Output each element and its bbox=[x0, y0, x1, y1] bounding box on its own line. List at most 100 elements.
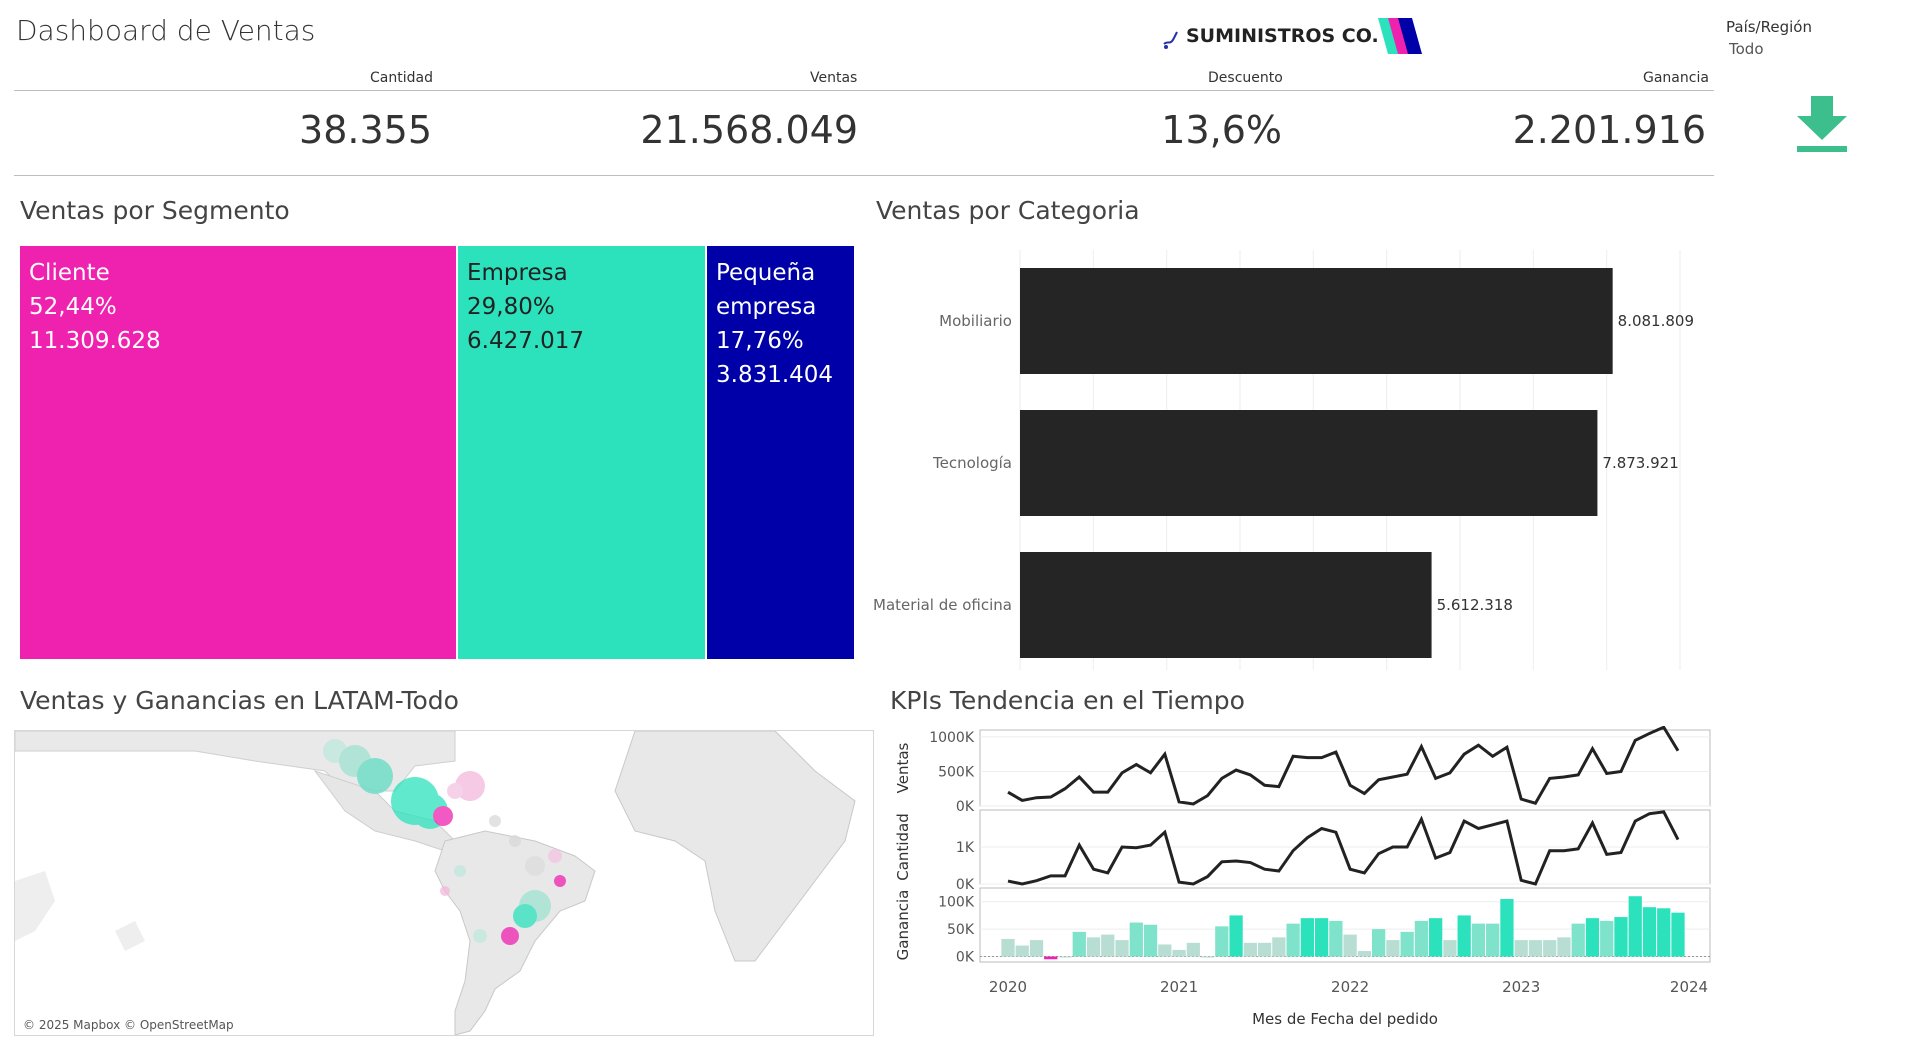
profit-bar bbox=[1457, 915, 1471, 957]
profit-bar bbox=[1072, 931, 1086, 957]
profit-bar bbox=[1215, 926, 1229, 957]
year-tick-label: 2021 bbox=[1160, 978, 1198, 996]
segment-pct: 29,80% bbox=[467, 294, 555, 320]
profit-bar bbox=[1528, 940, 1543, 957]
category-value-label: 8.081.809 bbox=[1618, 312, 1694, 330]
kpi-trend-chart: Ventas 1000K 500K 0K Cantidad 1K 0K Ganancia 100… bbox=[894, 726, 1711, 1028]
tick-label: 1000K bbox=[929, 730, 975, 746]
profit-bar bbox=[1628, 896, 1642, 957]
year-tick-label: 2022 bbox=[1331, 978, 1369, 996]
trend-title: KPIs Tendencia en el Tiempo bbox=[890, 686, 1245, 715]
page-title: Dashboard de Ventas bbox=[16, 14, 316, 47]
profit-bar bbox=[1029, 940, 1044, 957]
profit-bar bbox=[1657, 908, 1671, 957]
cantidad-line bbox=[1007, 810, 1680, 886]
segment-name: Cliente bbox=[29, 260, 110, 286]
profit-bar bbox=[1200, 956, 1215, 958]
segment-cell-empresa[interactable]: Empresa 29,80% 6.427.017 bbox=[458, 246, 705, 659]
profit-bar bbox=[1058, 956, 1072, 958]
country-filter[interactable]: País/Región Todo bbox=[1726, 18, 1812, 58]
segment-name: Pequeña empresa bbox=[716, 260, 817, 320]
profit-bar bbox=[1571, 923, 1585, 957]
company-logo: SUMINISTROS CO. bbox=[1160, 14, 1430, 58]
profit-bar bbox=[1129, 922, 1143, 957]
segment-value: 6.427.017 bbox=[467, 328, 585, 354]
segment-pct: 17,76% bbox=[716, 328, 804, 354]
profit-bar bbox=[1400, 931, 1414, 957]
category-bar bbox=[1020, 410, 1598, 516]
map-canvas: © 2025 Mapbox © OpenStreetMap bbox=[15, 731, 856, 1035]
kpi-value-ganancia: 2.201.916 bbox=[1512, 108, 1706, 152]
tick-label: 500K bbox=[938, 764, 975, 780]
logo-graphic: SUMINISTROS CO. bbox=[1163, 18, 1422, 54]
profit-bar bbox=[1500, 898, 1514, 957]
segment-name: Empresa bbox=[467, 260, 568, 286]
latam-map[interactable]: © 2025 Mapbox © OpenStreetMap bbox=[14, 730, 874, 1036]
profit-bar bbox=[1372, 929, 1386, 957]
profit-bar bbox=[1514, 940, 1528, 957]
profit-bar bbox=[1429, 918, 1443, 957]
profit-bar bbox=[1172, 949, 1186, 957]
category-value-label: 5.612.318 bbox=[1437, 596, 1513, 614]
category-bar bbox=[1020, 552, 1432, 658]
kpi-label-ganancia: Ganancia bbox=[1643, 70, 1709, 86]
profit-bar bbox=[1471, 923, 1486, 957]
filter-value[interactable]: Todo bbox=[1729, 40, 1812, 58]
category-title: Ventas por Categoria bbox=[876, 196, 1140, 225]
series-label: Ventas bbox=[894, 742, 912, 793]
profit-bar bbox=[1300, 918, 1314, 957]
profit-bar bbox=[1414, 920, 1429, 957]
segment-value: 11.309.628 bbox=[29, 328, 161, 354]
profit-bar bbox=[1443, 940, 1457, 957]
tick-label: 50K bbox=[947, 922, 975, 938]
profit-bar bbox=[1243, 942, 1257, 957]
tick-label: 100K bbox=[938, 895, 975, 911]
ventas-line bbox=[1007, 726, 1680, 806]
segment-cell-cliente[interactable]: Cliente 52,44% 11.309.628 bbox=[20, 246, 456, 659]
kpi-value-ventas: 21.568.049 bbox=[640, 108, 858, 152]
profit-bar bbox=[1386, 940, 1400, 957]
kpi-label-cantidad: Cantidad bbox=[370, 70, 433, 86]
profit-bar bbox=[1272, 937, 1286, 957]
tick-label: 0K bbox=[956, 877, 975, 893]
profit-bar bbox=[1329, 920, 1343, 957]
category-label: Mobiliario bbox=[939, 312, 1012, 330]
profit-bar bbox=[1671, 912, 1685, 957]
profit-bar bbox=[1343, 934, 1357, 957]
series-label: Cantidad bbox=[894, 813, 912, 880]
kpi-label-ventas: Ventas bbox=[810, 70, 858, 86]
category-value-label: 7.873.921 bbox=[1602, 454, 1678, 472]
category-label: Tecnología bbox=[932, 454, 1012, 472]
download-icon bbox=[1797, 96, 1847, 152]
profit-bar bbox=[1143, 924, 1158, 957]
profit-bar bbox=[1614, 917, 1628, 957]
segment-title: Ventas por Segmento bbox=[20, 196, 290, 225]
profit-bar bbox=[1086, 937, 1101, 957]
x-axis-title: Mes de Fecha del pedido bbox=[1252, 1010, 1438, 1028]
year-tick-label: 2020 bbox=[989, 978, 1027, 996]
profit-bar bbox=[1314, 918, 1329, 957]
profit-bar bbox=[1044, 956, 1058, 960]
kpi-value-descuento: 13,6% bbox=[1161, 108, 1282, 152]
segment-cell-pequena-empresa[interactable]: Pequeña empresa 17,76% 3.831.404 bbox=[707, 246, 854, 659]
download-button[interactable] bbox=[1796, 94, 1850, 156]
kpi-value-cantidad: 38.355 bbox=[299, 108, 432, 152]
tick-label: 1K bbox=[956, 840, 975, 856]
profit-bar bbox=[1557, 937, 1571, 957]
year-tick-label: 2024 bbox=[1670, 978, 1708, 996]
category-label: Material de oficina bbox=[873, 596, 1012, 614]
tick-label: 0K bbox=[956, 799, 975, 815]
tick-label: 0K bbox=[956, 950, 975, 966]
profit-bar bbox=[1257, 942, 1272, 957]
profit-bar bbox=[1585, 918, 1600, 957]
profit-bar bbox=[1286, 923, 1300, 957]
profit-bar bbox=[1186, 942, 1200, 957]
profit-bar bbox=[1115, 940, 1129, 957]
profit-bar bbox=[1486, 923, 1500, 957]
profit-bar bbox=[1642, 907, 1657, 957]
series-label: Ganancia bbox=[894, 890, 912, 961]
profit-bar bbox=[1101, 934, 1115, 957]
profit-bar bbox=[1015, 945, 1029, 957]
filter-label: País/Región bbox=[1726, 18, 1812, 36]
map-attribution: © 2025 Mapbox © OpenStreetMap bbox=[23, 1018, 234, 1032]
